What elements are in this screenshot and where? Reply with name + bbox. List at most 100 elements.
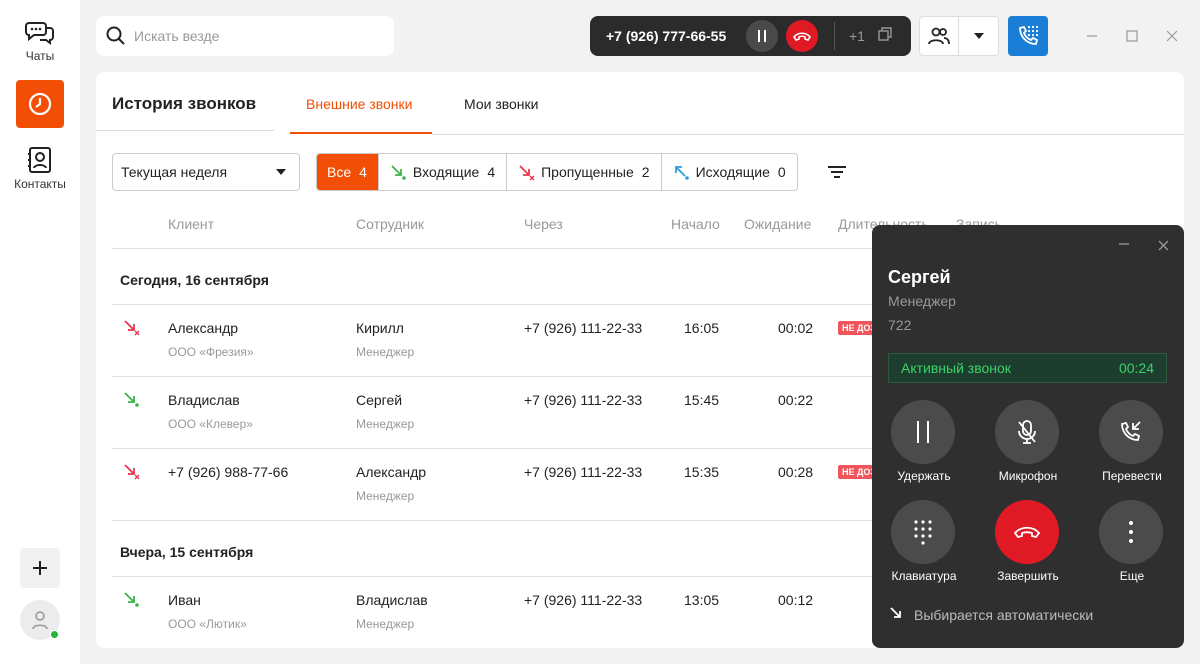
- line-selection[interactable]: Выбирается автоматически: [888, 607, 1093, 623]
- panel-minimize-button[interactable]: [1118, 237, 1130, 255]
- active-call-bar: +7 (926) 777-66-55 +1: [590, 16, 911, 56]
- end-call-label: Завершить: [997, 569, 1059, 583]
- column-header-wait[interactable]: Ожидание: [744, 216, 811, 232]
- hangup-icon: [793, 32, 811, 41]
- minimize-button[interactable]: [1082, 26, 1102, 46]
- minimize-icon: [1087, 35, 1097, 37]
- wait-time: 00:28: [778, 464, 814, 480]
- search-icon: [106, 26, 125, 45]
- filter-label: Пропущенные: [541, 164, 634, 180]
- group-header: Сегодня, 16 сентября: [120, 272, 269, 288]
- global-search[interactable]: [96, 16, 394, 56]
- divider: [112, 376, 888, 377]
- column-header-employee[interactable]: Сотрудник: [356, 216, 424, 232]
- keypad-button[interactable]: [891, 500, 955, 564]
- close-icon: [1166, 30, 1178, 42]
- column-header-start[interactable]: Начало: [671, 216, 720, 232]
- transfer-label: Перевести: [1102, 469, 1162, 483]
- sidebar: Чаты Контакты: [0, 0, 80, 664]
- copy-icon: [878, 26, 892, 41]
- team-button[interactable]: [920, 17, 960, 55]
- user-avatar[interactable]: [20, 600, 60, 640]
- filter-missed[interactable]: Пропущенные 2: [507, 154, 662, 190]
- hangup-button[interactable]: [786, 20, 818, 52]
- more-button[interactable]: [1099, 500, 1163, 564]
- client-company: ООО «Клевер»: [168, 417, 253, 431]
- via-number: +7 (926) 111-22-33: [524, 592, 643, 608]
- caller-extension: 722: [888, 317, 912, 333]
- divider: [112, 248, 888, 249]
- filter-count: 4: [487, 164, 496, 180]
- hold-call-button[interactable]: [891, 400, 955, 464]
- wait-time: 00:02: [778, 320, 814, 336]
- clock-icon: [28, 92, 52, 116]
- filter-all[interactable]: Все 4: [317, 154, 379, 190]
- switch-call-button[interactable]: [877, 26, 893, 47]
- period-select[interactable]: Текущая неделя: [112, 153, 300, 191]
- column-header-via[interactable]: Через: [524, 216, 563, 232]
- start-time: 15:45: [684, 392, 720, 408]
- outgoing-call-icon: [674, 166, 689, 180]
- filter-settings-button[interactable]: [826, 162, 848, 187]
- employee-role: Менеджер: [356, 617, 415, 631]
- employee-name: Владислав: [356, 592, 428, 608]
- maximize-button[interactable]: [1122, 26, 1142, 46]
- incoming-call-icon: [391, 165, 406, 180]
- divider: [112, 576, 888, 577]
- more-vertical-icon: [1129, 521, 1133, 543]
- nav-call-history[interactable]: [16, 80, 64, 128]
- nav-contacts[interactable]: Контакты: [0, 146, 80, 191]
- users-icon: [928, 27, 950, 45]
- client-company: ООО «Фрезия»: [168, 345, 254, 359]
- mute-button[interactable]: [995, 400, 1059, 464]
- filter-label: Входящие: [412, 164, 480, 180]
- keypad-label: Клавиатура: [891, 569, 957, 583]
- extra-calls-count[interactable]: +1: [849, 28, 865, 44]
- nav-chats-label: Чаты: [25, 49, 55, 63]
- team-dropdown-button[interactable]: [959, 17, 998, 55]
- wait-time: 00:22: [778, 392, 814, 408]
- tab-my-calls[interactable]: Мои звонки: [464, 96, 538, 112]
- client-name: Владислав: [168, 392, 240, 408]
- add-button[interactable]: [20, 548, 60, 588]
- divider: [96, 130, 274, 131]
- employee-name: Александр: [356, 464, 427, 480]
- dialer-button[interactable]: [1008, 16, 1048, 56]
- page-title: История звонков: [112, 94, 257, 113]
- minimize-icon: [1119, 243, 1129, 245]
- phone-keypad-icon: [1019, 25, 1039, 45]
- panel-close-button[interactable]: [1158, 238, 1169, 256]
- end-call-button[interactable]: [995, 500, 1059, 564]
- transfer-button[interactable]: [1099, 400, 1163, 464]
- search-input[interactable]: [134, 28, 374, 44]
- divider: [112, 448, 888, 449]
- filter-outgoing[interactable]: Исходящие 0: [662, 154, 797, 190]
- caller-name: Сергей: [888, 267, 951, 287]
- filter-count: 2: [641, 164, 650, 180]
- hold-button[interactable]: [746, 20, 778, 52]
- client-name: Иван: [168, 592, 201, 608]
- call-status-text: Активный звонок: [901, 360, 1011, 376]
- filter-label: Исходящие: [695, 164, 770, 180]
- divider: [432, 134, 1184, 135]
- tab-external-calls[interactable]: Внешние звонки: [306, 96, 412, 112]
- wait-time: 00:12: [778, 592, 814, 608]
- online-status-dot: [50, 630, 59, 639]
- employee-role: Менеджер: [356, 417, 415, 431]
- filter-incoming[interactable]: Входящие 4: [379, 154, 508, 190]
- pause-icon: [917, 421, 929, 443]
- nav-contacts-label: Контакты: [14, 177, 66, 191]
- caret-down-icon: [276, 169, 286, 175]
- pause-icon: [758, 30, 766, 42]
- column-header-client[interactable]: Клиент: [168, 216, 214, 232]
- nav-chats[interactable]: Чаты: [0, 18, 80, 63]
- start-time: 15:35: [684, 464, 720, 480]
- incoming-call-icon: [124, 592, 139, 607]
- group-header: Вчера, 15 сентября: [120, 544, 254, 560]
- contacts-icon: [28, 147, 51, 173]
- filter-count: 0: [777, 164, 786, 180]
- status-badge: НЕ ДОЗВОНИЛИСЬ: [838, 465, 874, 479]
- client-name: +7 (926) 988-77-66: [168, 464, 289, 480]
- employee-role: Менеджер: [356, 345, 415, 359]
- close-window-button[interactable]: [1162, 26, 1182, 46]
